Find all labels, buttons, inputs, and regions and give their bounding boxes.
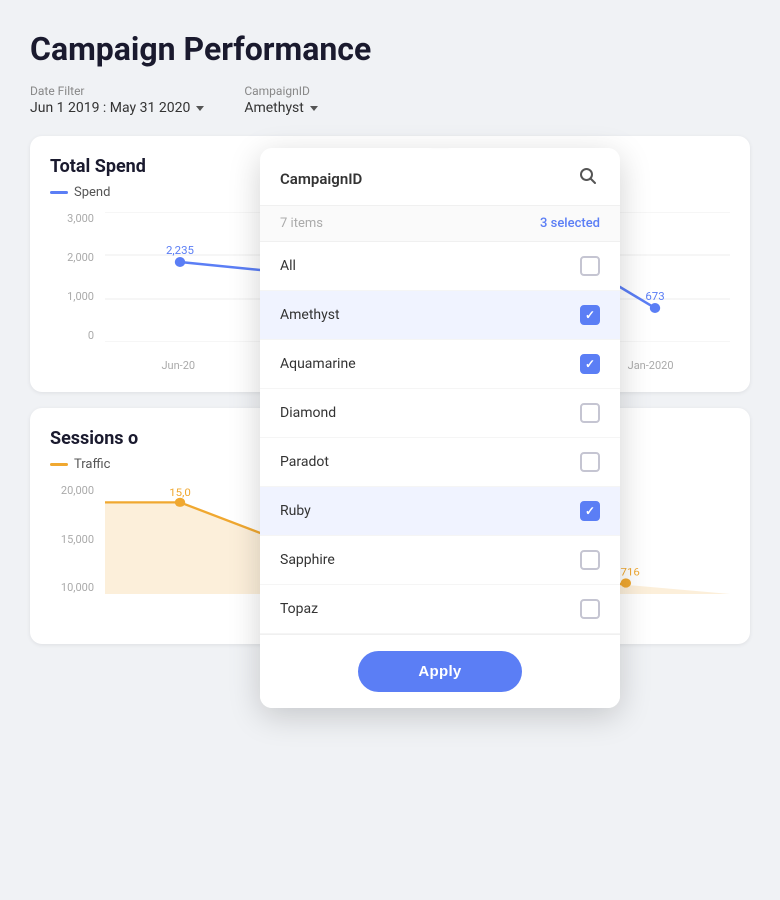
- checkbox-all[interactable]: [580, 256, 600, 276]
- apply-button[interactable]: Apply: [358, 651, 521, 692]
- page-title: Campaign Performance: [30, 30, 750, 68]
- selected-count: 3 selected: [540, 216, 600, 231]
- date-filter-group: Date Filter Jun 1 2019 : May 31 2020: [30, 84, 204, 116]
- svg-text:2,235: 2,235: [166, 244, 194, 257]
- dropdown-title: CampaignID: [280, 170, 362, 188]
- item-label-all: All: [280, 258, 296, 274]
- list-item-topaz[interactable]: Topaz: [260, 585, 620, 634]
- item-label-aquamarine: Aquamarine: [280, 356, 356, 372]
- filters-row: Date Filter Jun 1 2019 : May 31 2020 Cam…: [30, 84, 750, 116]
- svg-text:15,0: 15,0: [169, 487, 191, 499]
- y-label-20000: 20,000: [61, 484, 100, 497]
- y-label-0: 0: [88, 329, 100, 342]
- campaign-filter-group: CampaignID Amethyst: [244, 84, 318, 116]
- list-item-ruby[interactable]: Ruby: [260, 487, 620, 536]
- checkbox-sapphire[interactable]: [580, 550, 600, 570]
- campaign-filter-chevron-icon: [310, 106, 318, 111]
- list-item-paradot[interactable]: Paradot: [260, 438, 620, 487]
- checkbox-ruby[interactable]: [580, 501, 600, 521]
- item-label-paradot: Paradot: [280, 454, 329, 470]
- dropdown-meta: 7 items 3 selected: [260, 206, 620, 242]
- y-label-1000: 1,000: [67, 290, 100, 303]
- x-label-jun20: Jun-20: [161, 359, 195, 372]
- checkbox-topaz[interactable]: [580, 599, 600, 619]
- list-item-aquamarine[interactable]: Aquamarine: [260, 340, 620, 389]
- dropdown-search-button[interactable]: [576, 164, 600, 193]
- item-label-topaz: Topaz: [280, 601, 318, 617]
- campaign-dropdown: CampaignID 7 items 3 selected All Amethy…: [260, 148, 620, 708]
- checkbox-paradot[interactable]: [580, 452, 600, 472]
- item-label-sapphire: Sapphire: [280, 552, 335, 568]
- list-item-diamond[interactable]: Diamond: [260, 389, 620, 438]
- list-item-sapphire[interactable]: Sapphire: [260, 536, 620, 585]
- page-wrapper: Campaign Performance Date Filter Jun 1 2…: [0, 0, 780, 900]
- dropdown-list: All Amethyst Aquamarine Diamond Paradot: [260, 242, 620, 634]
- list-item-all[interactable]: All: [260, 242, 620, 291]
- svg-text:673: 673: [645, 290, 664, 303]
- date-filter-label: Date Filter: [30, 84, 204, 98]
- search-icon: [578, 166, 598, 186]
- checkbox-diamond[interactable]: [580, 403, 600, 423]
- spend-legend-label: Spend: [74, 185, 110, 200]
- item-label-ruby: Ruby: [280, 503, 311, 519]
- y-label-2000: 2,000: [67, 251, 100, 264]
- dropdown-footer: Apply: [260, 634, 620, 708]
- campaign-filter-label: CampaignID: [244, 84, 318, 98]
- sessions-y-axis: 20,000 15,000 10,000: [50, 484, 100, 594]
- x-label-jan2020: Jan-2020: [628, 359, 674, 372]
- item-label-diamond: Diamond: [280, 405, 336, 421]
- items-count: 7 items: [280, 216, 323, 231]
- checkbox-aquamarine[interactable]: [580, 354, 600, 374]
- y-label-3000: 3,000: [67, 212, 100, 225]
- checkbox-amethyst[interactable]: [580, 305, 600, 325]
- campaign-filter-value[interactable]: Amethyst: [244, 100, 318, 116]
- spend-legend-dot: [50, 191, 68, 194]
- spend-y-axis: 3,000 2,000 1,000 0: [50, 212, 100, 342]
- y-label-10000: 10,000: [61, 581, 100, 594]
- list-item-amethyst[interactable]: Amethyst: [260, 291, 620, 340]
- dropdown-header: CampaignID: [260, 148, 620, 206]
- traffic-legend-label: Traffic: [74, 457, 110, 472]
- traffic-legend-dot: [50, 463, 68, 466]
- item-label-amethyst: Amethyst: [280, 307, 340, 323]
- y-label-15000: 15,000: [61, 533, 100, 546]
- date-filter-value[interactable]: Jun 1 2019 : May 31 2020: [30, 100, 204, 116]
- date-filter-chevron-icon: [196, 106, 204, 111]
